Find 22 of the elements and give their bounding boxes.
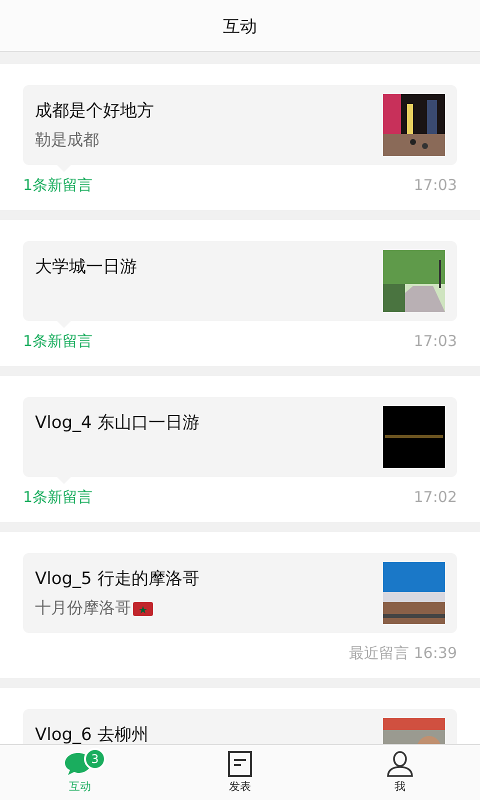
comment-time: 17:02 (414, 488, 457, 506)
post-subtitle: 勒是成都 (35, 130, 99, 151)
comment-time: 17:03 (414, 332, 457, 350)
post-card[interactable]: Vlog_5 行走的摩洛哥 十月份摩洛哥 (23, 553, 457, 633)
nav-tab[interactable]: 我 (320, 745, 480, 800)
person-icon (386, 751, 414, 777)
post-card[interactable]: 成都是个好地方 勒是成都 (23, 85, 457, 165)
post-title: 大学城一日游 (35, 258, 138, 276)
document-icon (227, 751, 253, 777)
post-card[interactable]: 大学城一日游 (23, 241, 457, 321)
post-title: Vlog_5 行走的摩洛哥 (35, 570, 200, 588)
comment-time: 最近留言 16:39 (349, 644, 457, 662)
post-card[interactable]: Vlog_6 去柳州 (23, 709, 457, 744)
post-title: Vlog_4 东山口一日游 (35, 414, 200, 432)
unread-badge: 3 (84, 748, 106, 770)
post-title: Vlog_6 去柳州 (35, 726, 150, 744)
nav-tab[interactable]: 发表 (160, 745, 320, 800)
post-subtitle: 十月份摩洛哥 (35, 598, 131, 619)
comment-time: 17:03 (414, 176, 457, 194)
post-title: 成都是个好地方 (35, 102, 155, 120)
post-card[interactable]: Vlog_4 东山口一日游 (23, 397, 457, 477)
page-title: 互动 (223, 16, 257, 39)
